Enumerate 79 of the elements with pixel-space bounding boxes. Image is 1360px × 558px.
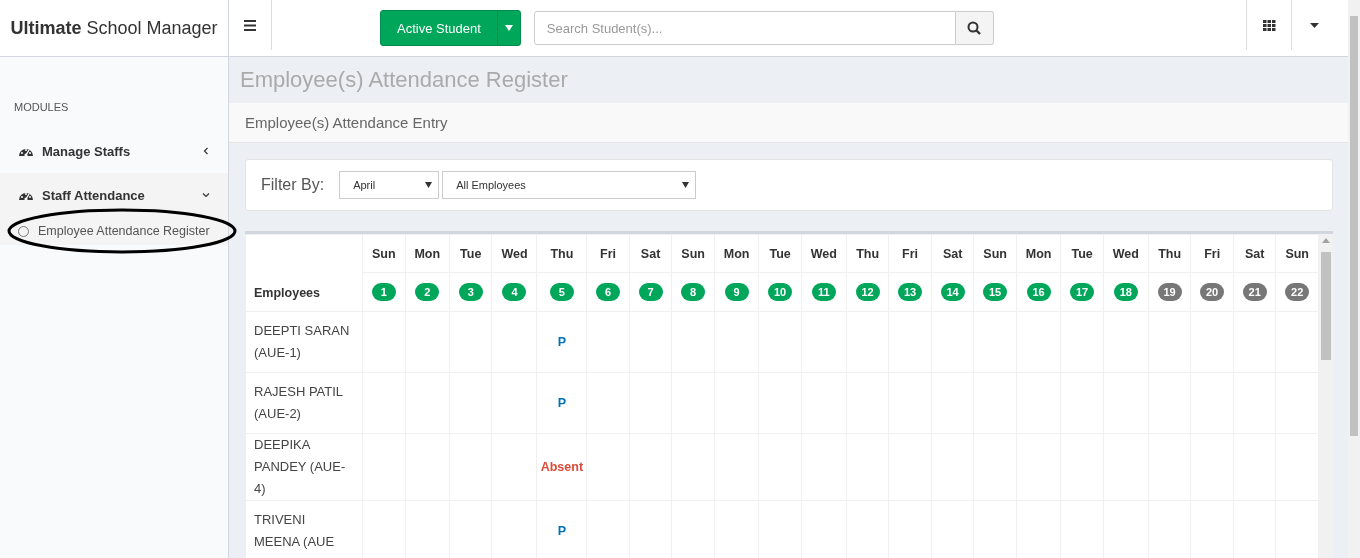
- date-badge: 20: [1200, 283, 1225, 301]
- present-mark: P: [557, 335, 567, 349]
- date-badge: 3: [458, 283, 483, 301]
- scroll-up-icon[interactable]: [1322, 238, 1330, 243]
- date-badge: 9: [724, 283, 749, 301]
- day-header: Mon: [714, 234, 759, 273]
- day-header: Tue: [758, 234, 802, 273]
- day-header: Thu: [1148, 234, 1191, 273]
- employee-name: TRIVENI MEENA (AUE: [245, 500, 363, 558]
- caret-icon: [682, 182, 690, 188]
- date-badge: 7: [638, 283, 663, 301]
- day-header: Fri: [888, 234, 932, 273]
- scroll-thumb[interactable]: [1321, 252, 1331, 360]
- day-header: Thu: [846, 234, 889, 273]
- employee-name: RAJESH PATIL (AUE-2): [245, 372, 363, 434]
- search-button[interactable]: [955, 11, 994, 45]
- day-header: Sat: [1233, 234, 1276, 273]
- day-header: Fri: [586, 234, 630, 273]
- day-header: Mon: [405, 234, 450, 273]
- day-header: Sat: [931, 234, 974, 273]
- date-badge: 6: [596, 283, 621, 301]
- employee-name: DEEPIKA PANDEY (AUE-4): [245, 433, 363, 501]
- employee-name: DEEPTI SARAN (AUE-1): [245, 311, 363, 373]
- scroll-thumb[interactable]: [1350, 16, 1358, 436]
- filter-label: Filter By:: [261, 176, 325, 194]
- day-header: Wed: [1103, 234, 1149, 273]
- caret-icon[interactable]: [1309, 22, 1319, 28]
- day-header: Tue: [449, 234, 492, 273]
- date-badge: 18: [1113, 283, 1138, 301]
- column-header: Employees: [245, 234, 363, 312]
- sidebar-item[interactable]: Manage Staffs: [0, 129, 228, 173]
- date-badge: 22: [1285, 283, 1310, 301]
- day-header: Tue: [1060, 234, 1104, 273]
- date-badge: 16: [1026, 283, 1051, 301]
- page-title: Employee(s) Attendance Register: [239, 66, 569, 94]
- scrollbar[interactable]: [1319, 234, 1333, 558]
- caret-icon: [425, 182, 433, 188]
- day-header: Sun: [1275, 234, 1319, 273]
- day-header: Fri: [1190, 234, 1234, 273]
- caret-icon: [504, 25, 513, 31]
- employee-select[interactable]: All Employees: [442, 171, 697, 199]
- date-badge: 8: [681, 283, 706, 301]
- page-subtitle: Employee(s) Attendance Entry: [229, 103, 1348, 143]
- search-icon: [967, 21, 982, 35]
- date-badge: 15: [983, 283, 1008, 301]
- date-badge: 5: [549, 283, 574, 301]
- date-badge: 11: [811, 283, 836, 301]
- month-select[interactable]: April: [339, 171, 440, 199]
- section-heading: MODULES: [13, 100, 70, 115]
- date-badge: 12: [855, 283, 880, 301]
- date-badge: 1: [371, 283, 396, 301]
- day-header: Wed: [801, 234, 847, 273]
- date-badge: 14: [940, 283, 965, 301]
- sidebar-item[interactable]: Staff Attendance: [0, 173, 228, 217]
- present-mark: P: [557, 396, 567, 410]
- date-badge: 13: [898, 283, 923, 301]
- day-header: Sun: [671, 234, 715, 273]
- date-badge: 4: [502, 283, 527, 301]
- day-header: Mon: [1016, 234, 1061, 273]
- scrollbar[interactable]: [1348, 0, 1360, 558]
- absent-mark: Absent: [540, 460, 584, 474]
- day-header: Sun: [973, 234, 1017, 273]
- date-badge: 21: [1242, 283, 1267, 301]
- chevron-left-icon: [202, 147, 210, 155]
- day-header: Wed: [492, 234, 537, 273]
- menu-icon[interactable]: [244, 19, 256, 31]
- date-badge: 2: [415, 283, 440, 301]
- day-header: Thu: [537, 234, 587, 273]
- date-badge: 10: [768, 283, 793, 301]
- date-badge: 17: [1070, 283, 1095, 301]
- date-badge: 19: [1157, 283, 1182, 301]
- sidebar-subitem[interactable]: Employee Attendance Register: [0, 217, 228, 245]
- day-header: Sun: [362, 234, 405, 273]
- day-header: Sat: [629, 234, 672, 273]
- app-logo[interactable]: Ultimate School Manager: [0, 0, 229, 56]
- search-field[interactable]: Search Student(s)...: [533, 11, 956, 45]
- chevron-down-icon: [202, 191, 210, 199]
- apps-grid-icon[interactable]: [1262, 19, 1276, 31]
- present-mark: P: [557, 524, 567, 538]
